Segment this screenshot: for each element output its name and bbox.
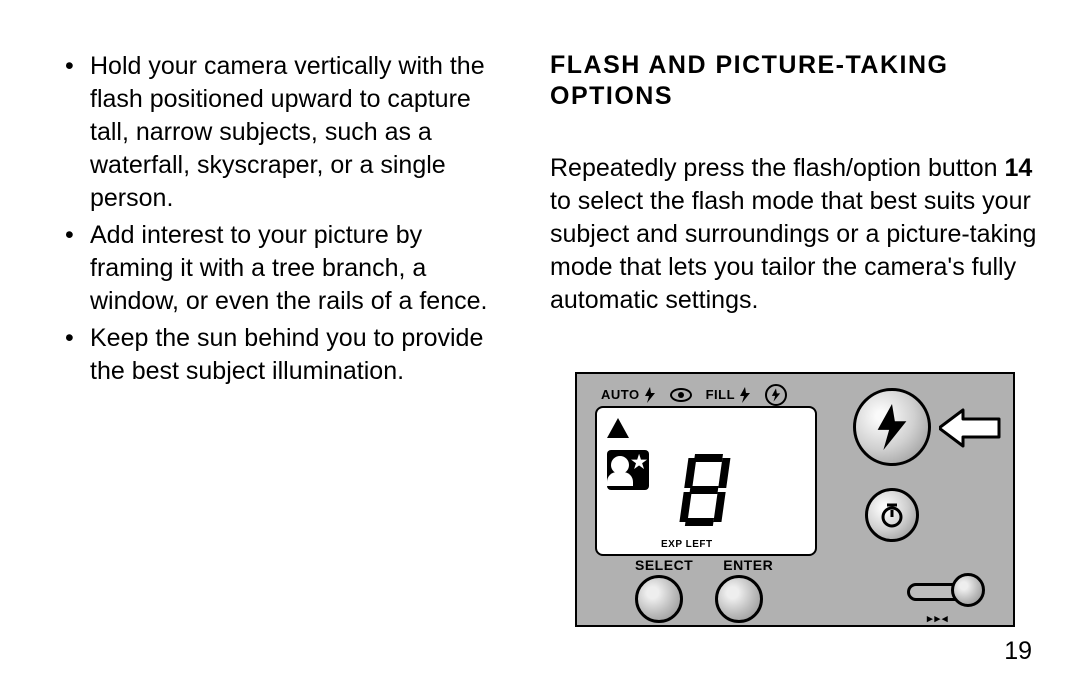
button-labels-row: SELECT ENTER	[635, 557, 773, 573]
paragraph-text: to select the flash mode that best suits…	[550, 187, 1036, 314]
redeye-icon	[670, 388, 692, 402]
select-button[interactable]	[635, 575, 683, 623]
camera-panel-diagram: AUTO FILL	[550, 372, 1040, 627]
select-label: SELECT	[635, 557, 693, 573]
tips-list: Hold your camera vertically with the fla…	[60, 50, 510, 392]
button-reference: 14	[1004, 154, 1032, 182]
rewind-icon: ▸▸◂	[927, 612, 950, 625]
lcd-screen: ★ EXP LEFT	[595, 406, 817, 556]
self-timer-button[interactable]	[865, 488, 919, 542]
switch-knob	[951, 573, 985, 607]
section-paragraph: Repeatedly press the flash/option button…	[550, 152, 1040, 317]
power-rewind-switch[interactable]: ▸▸◂	[907, 573, 991, 613]
tip-item: Hold your camera vertically with the fla…	[60, 50, 510, 215]
bolt-icon	[739, 387, 751, 403]
mode-auto: AUTO	[601, 387, 656, 403]
exp-left-label: EXP LEFT	[661, 539, 713, 550]
flash-off-icon	[765, 384, 787, 406]
paragraph-text: Repeatedly press the flash/option button	[550, 154, 1004, 182]
up-triangle-icon	[603, 416, 633, 446]
enter-label: ENTER	[723, 557, 773, 573]
callout-arrow-icon	[939, 406, 1001, 450]
camera-back-panel: AUTO FILL	[575, 372, 1015, 627]
section-heading: FLASH AND PICTURE-TAKING OPTIONS	[550, 50, 1040, 113]
enter-button[interactable]	[715, 575, 763, 623]
page-number: 19	[1004, 637, 1032, 666]
mode-fill: FILL	[706, 387, 751, 403]
tip-item: Add interest to your picture by framing …	[60, 219, 510, 318]
flash-mode-row: AUTO FILL	[601, 384, 1017, 406]
star-icon: ★	[631, 452, 647, 473]
mode-fill-label: FILL	[706, 387, 735, 402]
bolt-icon	[644, 387, 656, 403]
mode-auto-label: AUTO	[601, 387, 640, 402]
flash-option-button[interactable]	[853, 388, 931, 466]
tip-item: Keep the sun behind you to provide the b…	[60, 322, 510, 388]
